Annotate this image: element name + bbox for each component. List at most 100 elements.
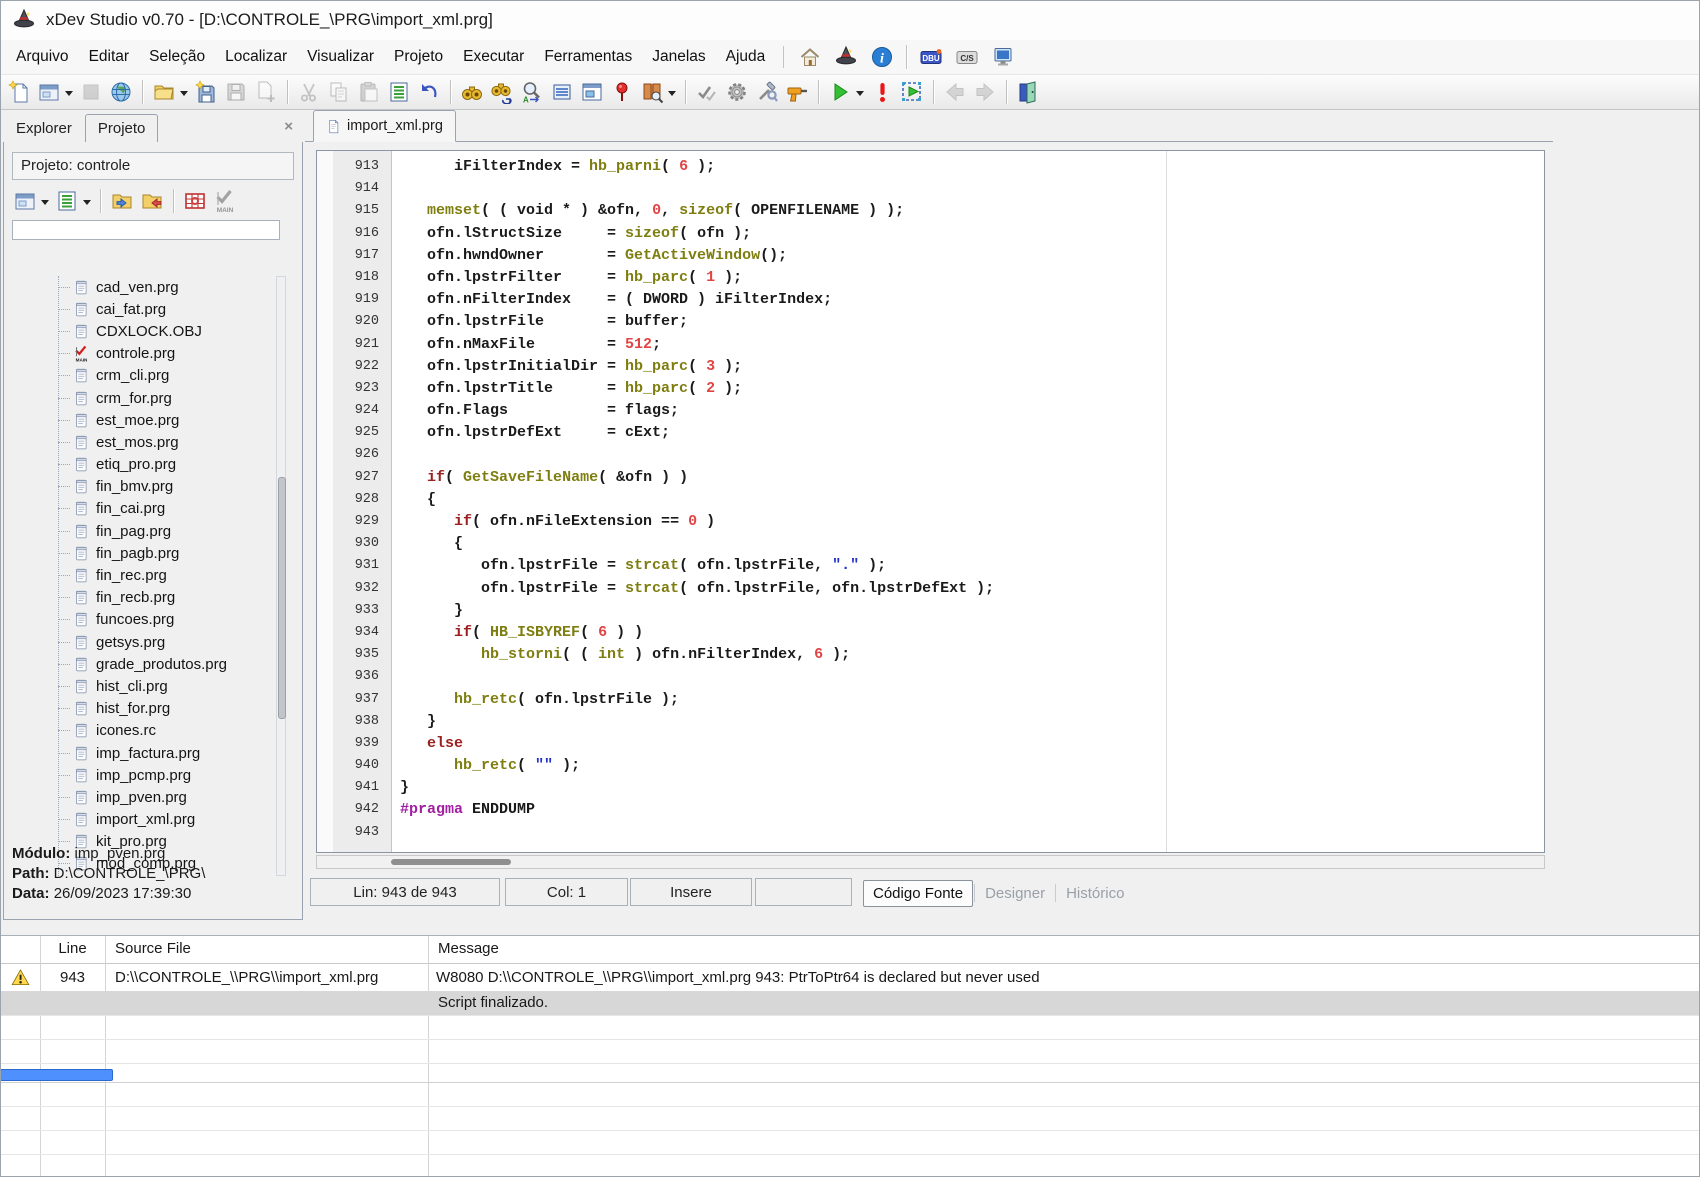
menu-editar[interactable]: Editar: [79, 44, 140, 70]
tree-item-est-mos-prg[interactable]: est_mos.prg: [14, 431, 288, 453]
menu-visualizar[interactable]: Visualizar: [297, 44, 384, 70]
folderin-button[interactable]: [107, 187, 137, 215]
hat-button[interactable]: [831, 43, 861, 71]
globe-button[interactable]: [106, 78, 136, 106]
message-hscrollbar-thumb[interactable]: [0, 1069, 113, 1081]
disknew-button[interactable]: [191, 78, 221, 106]
folderout-button[interactable]: [137, 187, 167, 215]
tree-item-imp-pcmp-prg[interactable]: imp_pcmp.prg: [14, 764, 288, 786]
toolbar-separator: [1006, 80, 1007, 104]
menu-executar[interactable]: Executar: [453, 44, 534, 70]
excl-button[interactable]: [867, 78, 897, 106]
tree-item-crm-cli-prg[interactable]: crm_cli.prg: [14, 365, 288, 387]
dropdown-arrow-icon[interactable]: [83, 200, 91, 209]
play-icon: [828, 80, 852, 104]
tree-item-funcoes-prg[interactable]: funcoes.prg: [14, 609, 288, 631]
view-tab-designer[interactable]: Designer: [976, 881, 1054, 906]
menu-seleção[interactable]: Seleção: [139, 44, 215, 70]
dropdown-arrow-icon[interactable]: [856, 91, 864, 100]
code-editor[interactable]: 913 iFilterIndex = hb_parni( 6 );914 915…: [316, 150, 1545, 853]
dropdown-arrow-icon[interactable]: [65, 91, 73, 100]
home-button[interactable]: [795, 43, 825, 71]
tree-scrollbar-thumb[interactable]: [278, 477, 286, 719]
tree-item-fin-pag-prg[interactable]: fin_pag.prg: [14, 520, 288, 542]
table-button[interactable]: [180, 187, 210, 215]
editor-hscrollbar-thumb[interactable]: [391, 859, 511, 865]
project-filter-input[interactable]: [12, 220, 280, 240]
cs-button[interactable]: [952, 43, 982, 71]
tree-item-cai-fat-prg[interactable]: cai_fat.prg: [14, 298, 288, 320]
monitor-button[interactable]: [988, 43, 1018, 71]
tree-item-imp-factura-prg[interactable]: imp_factura.prg: [14, 742, 288, 764]
tree-item-fin-cai-prg[interactable]: fin_cai.prg: [14, 498, 288, 520]
pin-button[interactable]: [607, 78, 637, 106]
door-button[interactable]: [1013, 78, 1043, 106]
code-line: 916 ofn.lStructSize = sizeof( ofn );: [317, 223, 1544, 245]
binoc2-button[interactable]: [487, 78, 517, 106]
editor-hscrollbar[interactable]: [316, 855, 1545, 869]
tree-item-grade-produtos-prg[interactable]: grade_produtos.prg: [14, 653, 288, 675]
runsel-button[interactable]: [897, 78, 927, 106]
binoc-button[interactable]: [457, 78, 487, 106]
close-icon[interactable]: ×: [284, 118, 293, 135]
tree-item-etiq-pro-prg[interactable]: etiq_pro.prg: [14, 454, 288, 476]
list-button[interactable]: [52, 187, 94, 215]
menu-projeto[interactable]: Projeto: [384, 44, 453, 70]
folder-button[interactable]: [149, 78, 191, 106]
drill-button[interactable]: [782, 78, 812, 106]
tree-item-fin-recb-prg[interactable]: fin_recb.prg: [14, 587, 288, 609]
menu-arquivo[interactable]: Arquivo: [6, 44, 79, 70]
list-button[interactable]: [384, 78, 414, 106]
form-button[interactable]: [10, 187, 52, 215]
tree-item-est-moe-prg[interactable]: est_moe.prg: [14, 409, 288, 431]
menu-ferramentas[interactable]: Ferramentas: [534, 44, 642, 70]
tree-item-controle-prg[interactable]: controle.prg: [14, 343, 288, 365]
form-button[interactable]: [34, 78, 76, 106]
checks-button[interactable]: [692, 78, 722, 106]
menu-localizar[interactable]: Localizar: [215, 44, 297, 70]
arrr-icon: [973, 80, 997, 104]
editor-tab-import-xml[interactable]: import_xml.prg: [313, 110, 456, 142]
tree-connector: [58, 287, 70, 288]
view-tab-histórico[interactable]: Histórico: [1057, 881, 1133, 906]
menu-janelas[interactable]: Janelas: [642, 44, 715, 70]
book-button[interactable]: [637, 78, 679, 106]
tab-explorer[interactable]: Explorer: [3, 114, 85, 143]
view-tab-código-fonte[interactable]: Código Fonte: [863, 880, 973, 907]
tools-button[interactable]: [752, 78, 782, 106]
maglass-button[interactable]: [517, 78, 547, 106]
tree-item-fin-bmv-prg[interactable]: fin_bmv.prg: [14, 476, 288, 498]
undo-button[interactable]: [414, 78, 444, 106]
dropdown-arrow-icon[interactable]: [180, 91, 188, 100]
pagenew-button[interactable]: [4, 78, 34, 106]
tree-item-cad-ven-prg[interactable]: cad_ven.prg: [14, 276, 288, 298]
dbu-button[interactable]: [916, 43, 946, 71]
message-row[interactable]: 943 D:\\CONTROLE_\\PRG\\import_xml.prg W…: [0, 964, 1700, 991]
menu-ajuda[interactable]: Ajuda: [716, 44, 776, 70]
folderout-icon: [140, 189, 164, 213]
tree-item-imp-pven-prg[interactable]: imp_pven.prg: [14, 786, 288, 808]
gear-button[interactable]: [722, 78, 752, 106]
dropdown-arrow-icon[interactable]: [41, 200, 49, 209]
winprev-button[interactable]: [577, 78, 607, 106]
tree-item-hist-cli-prg[interactable]: hist_cli.prg: [14, 675, 288, 697]
book-icon: [640, 80, 664, 104]
note-icon: [73, 789, 90, 806]
tree-item-import-xml-prg[interactable]: import_xml.prg: [14, 809, 288, 831]
card-button[interactable]: [547, 78, 577, 106]
info-button[interactable]: [867, 43, 897, 71]
tree-item-fin-rec-prg[interactable]: fin_rec.prg: [14, 564, 288, 586]
play-button[interactable]: [825, 78, 867, 106]
tree-item-hist-for-prg[interactable]: hist_for.prg: [14, 698, 288, 720]
dropdown-arrow-icon[interactable]: [668, 91, 676, 100]
tree-item-cdxlock-obj[interactable]: CDXLOCK.OBJ: [14, 320, 288, 342]
tree-item-crm-for-prg[interactable]: crm_for.prg: [14, 387, 288, 409]
line-number: 930: [317, 533, 391, 555]
tab-projeto[interactable]: Projeto: [85, 114, 159, 143]
list-icon: [55, 189, 79, 213]
tree-item-fin-pagb-prg[interactable]: fin_pagb.prg: [14, 542, 288, 564]
tree-item-getsys-prg[interactable]: getsys.prg: [14, 631, 288, 653]
tree-scrollbar[interactable]: [276, 276, 286, 876]
tree-item-icones-rc[interactable]: icones.rc: [14, 720, 288, 742]
message-row-highlighted[interactable]: Script finalizado.: [0, 991, 1700, 1015]
